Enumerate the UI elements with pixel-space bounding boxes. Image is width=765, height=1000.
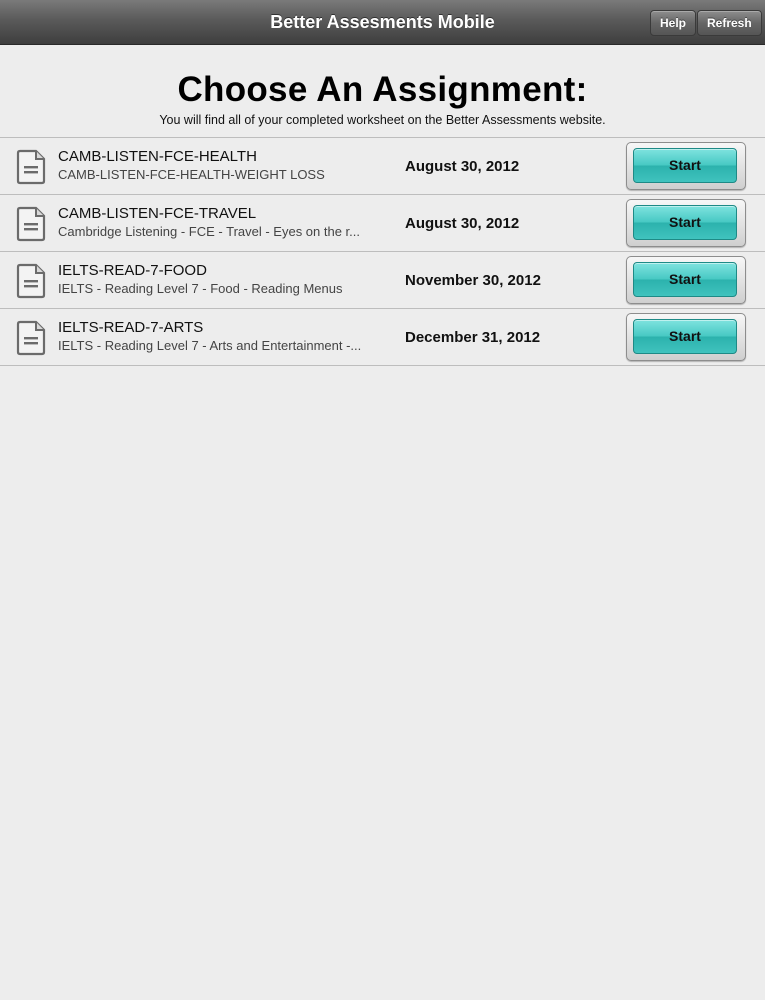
- document-icon: [16, 320, 46, 356]
- assignment-list: CAMB-LISTEN-FCE-HEALTH CAMB-LISTEN-FCE-H…: [0, 137, 765, 366]
- assignment-title: IELTS-READ-7-FOOD: [58, 262, 207, 279]
- assignment-row[interactable]: CAMB-LISTEN-FCE-TRAVEL Cambridge Listeni…: [0, 195, 765, 252]
- document-icon: [16, 149, 46, 185]
- document-icon: [16, 263, 46, 299]
- start-button[interactable]: Start: [633, 319, 737, 354]
- assignment-due-date: November 30, 2012: [405, 272, 541, 289]
- assignment-title: CAMB-LISTEN-FCE-TRAVEL: [58, 205, 257, 222]
- start-button-frame[interactable]: Start: [626, 313, 746, 361]
- start-button-frame[interactable]: Start: [626, 142, 746, 190]
- help-button[interactable]: Help: [650, 10, 697, 36]
- assignment-title: CAMB-LISTEN-FCE-HEALTH: [58, 148, 257, 165]
- assignment-description: CAMB-LISTEN-FCE-HEALTH-WEIGHT LOSS: [58, 167, 325, 182]
- assignment-row[interactable]: IELTS-READ-7-FOOD IELTS - Reading Level …: [0, 252, 765, 309]
- document-icon: [16, 206, 46, 242]
- assignment-title: IELTS-READ-7-ARTS: [58, 319, 204, 336]
- start-button[interactable]: Start: [633, 148, 737, 183]
- assignment-due-date: December 31, 2012: [405, 329, 541, 346]
- assignment-description: IELTS - Reading Level 7 - Arts and Enter…: [58, 338, 362, 353]
- assignment-row[interactable]: CAMB-LISTEN-FCE-HEALTH CAMB-LISTEN-FCE-H…: [0, 138, 765, 195]
- page-subtitle: You will find all of your completed work…: [159, 113, 606, 127]
- assignment-due-date: August 30, 2012: [405, 215, 520, 232]
- start-button-frame[interactable]: Start: [626, 256, 746, 304]
- assignment-description: Cambridge Listening - FCE - Travel - Eye…: [58, 224, 361, 239]
- navigation-bar: Better Assesments Mobile Help Refresh: [0, 0, 765, 45]
- start-button-frame[interactable]: Start: [626, 199, 746, 247]
- assignment-description: IELTS - Reading Level 7 - Food - Reading…: [58, 281, 343, 296]
- start-button[interactable]: Start: [633, 205, 737, 240]
- main-content: Choose An Assignment: You will find all …: [0, 45, 765, 1000]
- page-title: Choose An Assignment:: [177, 70, 588, 109]
- assignment-due-date: August 30, 2012: [405, 158, 520, 175]
- refresh-button[interactable]: Refresh: [697, 10, 762, 36]
- assignment-row[interactable]: IELTS-READ-7-ARTS IELTS - Reading Level …: [0, 309, 765, 366]
- start-button[interactable]: Start: [633, 262, 737, 297]
